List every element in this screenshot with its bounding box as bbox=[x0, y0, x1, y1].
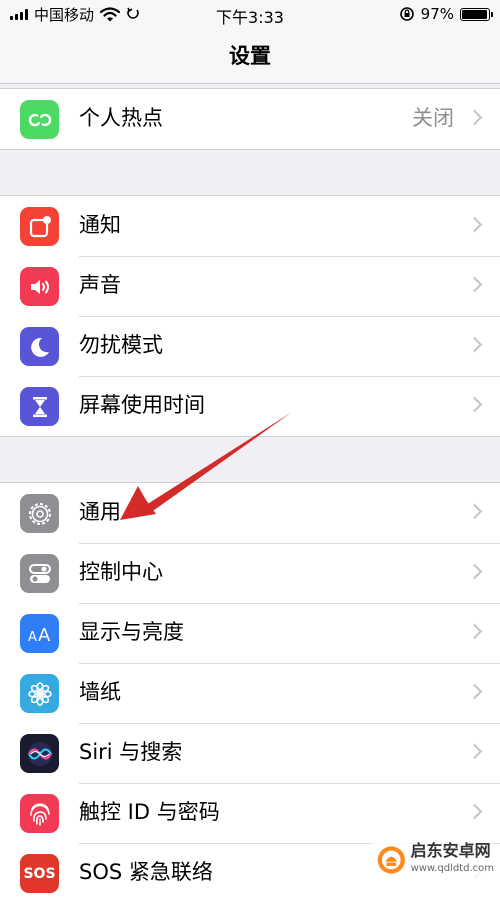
sos-icon-text: SOS bbox=[23, 865, 56, 882]
settings-group-hotspot: 个人热点 关闭 bbox=[0, 88, 500, 150]
svg-text:A: A bbox=[38, 625, 51, 646]
settings-group-alerts: 通知 声音 勿扰模式 屏幕使用时间 bbox=[0, 195, 500, 437]
row-wallpaper[interactable]: 墙纸 bbox=[0, 663, 500, 723]
row-label: 显示与亮度 bbox=[79, 620, 184, 644]
row-label: 屏幕使用时间 bbox=[79, 393, 205, 417]
hourglass-icon bbox=[20, 387, 59, 426]
watermark-url: www.qdldtd.com bbox=[410, 863, 494, 874]
chevron-right-icon bbox=[466, 563, 483, 580]
row-value: 关闭 bbox=[412, 106, 454, 130]
row-do-not-disturb[interactable]: 勿扰模式 bbox=[0, 316, 500, 376]
chevron-right-icon bbox=[466, 503, 483, 520]
fingerprint-icon bbox=[20, 794, 59, 833]
chevron-right-icon bbox=[466, 276, 483, 293]
chevron-right-icon bbox=[466, 623, 483, 640]
moon-icon bbox=[20, 327, 59, 366]
row-label: Siri 与搜索 bbox=[79, 740, 183, 764]
rotation-lock-icon bbox=[399, 7, 414, 21]
chevron-right-icon bbox=[466, 336, 483, 353]
page-title: 设置 bbox=[229, 44, 271, 68]
battery-percent: 97% bbox=[420, 5, 454, 23]
row-control-center[interactable]: 控制中心 bbox=[0, 543, 500, 603]
chevron-right-icon bbox=[466, 216, 483, 233]
text-size-icon: A A bbox=[20, 614, 59, 653]
svg-text:A: A bbox=[28, 630, 37, 645]
row-personal-hotspot[interactable]: 个人热点 关闭 bbox=[0, 89, 500, 149]
row-siri-search[interactable]: Siri 与搜索 bbox=[0, 723, 500, 783]
row-sounds[interactable]: 声音 bbox=[0, 256, 500, 316]
row-label: SOS 紧急联络 bbox=[79, 860, 213, 884]
row-label: 通知 bbox=[79, 213, 121, 237]
chevron-right-icon bbox=[466, 743, 483, 760]
chevron-right-icon bbox=[466, 396, 483, 413]
row-notifications[interactable]: 通知 bbox=[0, 196, 500, 256]
status-bar: 中国移动 下午3:33 97% bbox=[0, 0, 500, 28]
chevron-right-icon bbox=[466, 109, 483, 126]
nav-bar: 设置 bbox=[0, 28, 500, 84]
battery-fill bbox=[462, 9, 488, 19]
row-label: 控制中心 bbox=[79, 560, 163, 584]
toggles-icon bbox=[20, 554, 59, 593]
watermark-logo-icon bbox=[377, 846, 405, 874]
chevron-right-icon bbox=[466, 803, 483, 820]
battery-icon bbox=[460, 7, 493, 21]
hotspot-icon bbox=[20, 100, 59, 139]
speaker-icon bbox=[20, 267, 59, 306]
watermark: 启东安卓网 www.qdldtd.com bbox=[372, 837, 494, 883]
row-label: 勿扰模式 bbox=[79, 333, 163, 357]
row-touch-id-passcode[interactable]: 触控 ID 与密码 bbox=[0, 783, 500, 843]
watermark-name: 启东安卓网 bbox=[410, 841, 491, 860]
row-general[interactable]: 通用 bbox=[0, 483, 500, 543]
chevron-right-icon bbox=[466, 683, 483, 700]
sos-icon: SOS bbox=[20, 854, 59, 893]
row-label: 通用 bbox=[79, 500, 121, 524]
row-screen-time[interactable]: 屏幕使用时间 bbox=[0, 376, 500, 436]
gear-icon bbox=[20, 494, 59, 533]
notifications-icon bbox=[20, 207, 59, 246]
siri-icon bbox=[20, 734, 59, 773]
row-label: 个人热点 bbox=[79, 106, 163, 130]
row-label: 墙纸 bbox=[79, 680, 121, 704]
row-label: 触控 ID 与密码 bbox=[79, 800, 220, 824]
row-label: 声音 bbox=[79, 273, 121, 297]
row-display-brightness[interactable]: A A 显示与亮度 bbox=[0, 603, 500, 663]
flower-icon bbox=[20, 674, 59, 713]
